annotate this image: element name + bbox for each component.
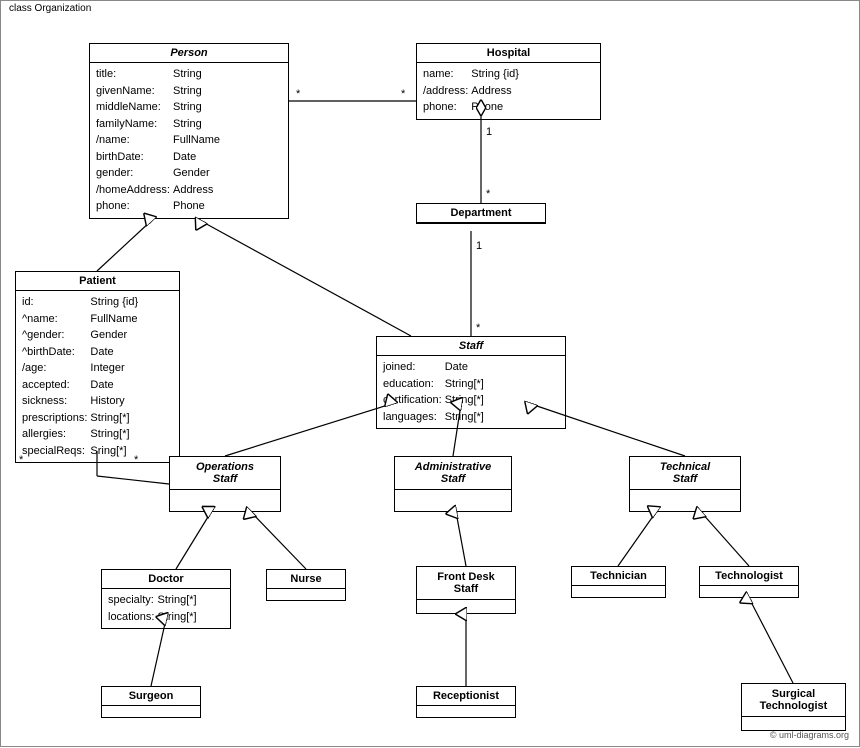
class-doctor-body: specialty:String[*] locations:String[*] (102, 589, 230, 628)
class-patient-title: Patient (16, 272, 179, 291)
class-operations-staff-title: OperationsStaff (170, 457, 280, 490)
diagram-container: class Organization Person title:String g… (0, 0, 860, 747)
class-staff: Staff joined:Date education:String[*] ce… (376, 336, 566, 429)
svg-text:1: 1 (486, 126, 492, 138)
svg-text:*: * (296, 88, 301, 100)
class-technician-title: Technician (572, 567, 665, 586)
class-technician: Technician (571, 566, 666, 598)
class-technical-staff: TechnicalStaff (629, 456, 741, 512)
class-nurse-title: Nurse (267, 570, 345, 589)
diagram-label: class Organization (5, 3, 95, 14)
class-department: Department (416, 203, 546, 224)
class-administrative-staff-title: AdministrativeStaff (395, 457, 511, 490)
class-technical-staff-title: TechnicalStaff (630, 457, 740, 490)
class-surgical-technologist: SurgicalTechnologist (741, 683, 846, 731)
class-technologist-title: Technologist (700, 567, 798, 586)
class-surgeon-title: Surgeon (102, 687, 200, 706)
class-person: Person title:String givenName:String mid… (89, 43, 289, 219)
class-surgeon: Surgeon (101, 686, 201, 718)
class-hospital: Hospital name:String {id} /address:Addre… (416, 43, 601, 120)
class-person-body: title:String givenName:String middleName… (90, 63, 288, 218)
class-doctor: Doctor specialty:String[*] locations:Str… (101, 569, 231, 629)
class-surgical-technologist-title: SurgicalTechnologist (742, 684, 845, 717)
class-front-desk-staff: Front DeskStaff (416, 566, 516, 614)
class-hospital-title: Hospital (417, 44, 600, 63)
class-patient: Patient id:String {id} ^name:FullName ^g… (15, 271, 180, 463)
class-technologist: Technologist (699, 566, 799, 598)
svg-text:*: * (486, 188, 491, 200)
class-doctor-title: Doctor (102, 570, 230, 589)
class-department-title: Department (417, 204, 545, 223)
copyright: © uml-diagrams.org (770, 730, 849, 740)
class-operations-staff: OperationsStaff (169, 456, 281, 512)
svg-text:*: * (401, 88, 406, 100)
class-patient-body: id:String {id} ^name:FullName ^gender:Ge… (16, 291, 179, 462)
class-nurse: Nurse (266, 569, 346, 601)
class-receptionist: Receptionist (416, 686, 516, 718)
class-receptionist-title: Receptionist (417, 687, 515, 706)
svg-text:*: * (476, 322, 481, 334)
svg-text:1: 1 (476, 240, 482, 252)
class-front-desk-staff-title: Front DeskStaff (417, 567, 515, 600)
class-administrative-staff: AdministrativeStaff (394, 456, 512, 512)
class-hospital-body: name:String {id} /address:Address phone:… (417, 63, 600, 119)
class-staff-title: Staff (377, 337, 565, 356)
class-staff-body: joined:Date education:String[*] certific… (377, 356, 565, 428)
class-person-title: Person (90, 44, 288, 63)
